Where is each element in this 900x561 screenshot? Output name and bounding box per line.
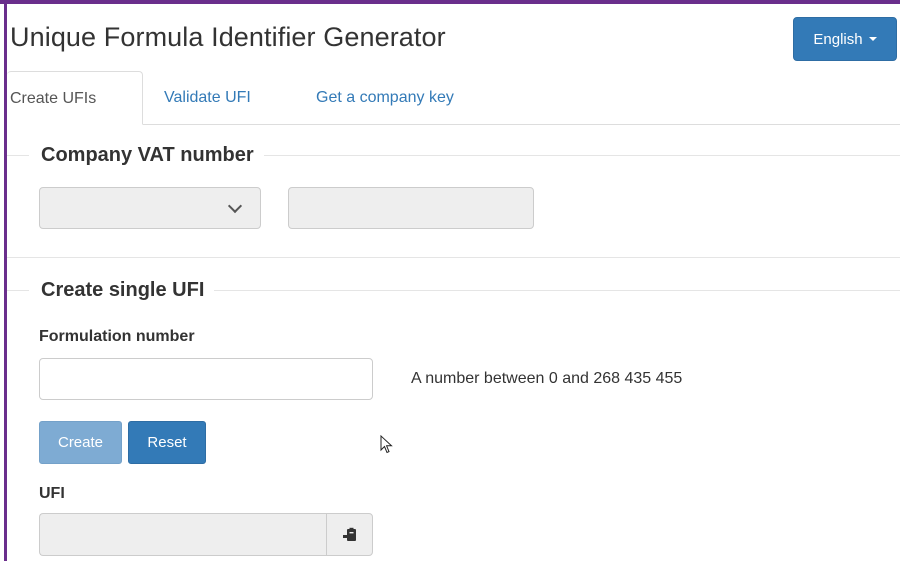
ufi-output-field: [39, 513, 327, 556]
country-select[interactable]: [39, 187, 261, 229]
tab-label: Get a company key: [316, 89, 454, 106]
formulation-number-label: Formulation number: [39, 328, 195, 345]
app-window: Unique Formula Identifier Generator Engl…: [0, 0, 900, 561]
tab-label: Validate UFI: [164, 89, 251, 106]
tab-validate-ufi[interactable]: Validate UFI: [164, 71, 251, 125]
copy-ufi-button[interactable]: [326, 513, 373, 556]
language-dropdown-button[interactable]: English: [793, 17, 897, 61]
page-title: Unique Formula Identifier Generator: [10, 22, 446, 52]
chevron-down-icon: [227, 198, 243, 214]
ufi-label: UFI: [39, 485, 65, 502]
mouse-pointer-icon: [380, 435, 393, 454]
section-divider: [7, 257, 900, 258]
window-border-top: [0, 0, 900, 4]
tab-create-ufis[interactable]: Create UFIs: [7, 71, 143, 125]
tab-get-company-key[interactable]: Get a company key: [316, 71, 454, 125]
vat-number-input[interactable]: [288, 187, 534, 229]
language-label: English: [813, 30, 863, 48]
reset-button[interactable]: Reset: [128, 421, 206, 464]
formulation-help-text: A number between 0 and 268 435 455: [411, 370, 683, 387]
single-ufi-section-legend: Create single UFI: [29, 278, 215, 302]
formulation-number-input[interactable]: [39, 358, 373, 400]
tab-label: Create UFIs: [10, 90, 97, 107]
tab-bar: Create UFIs Validate UFI Get a company k…: [7, 71, 900, 125]
vat-section-legend: Company VAT number: [29, 143, 264, 167]
create-button[interactable]: Create: [39, 421, 122, 464]
caret-down-icon: [868, 37, 877, 41]
paste-clipboard-icon: [342, 527, 356, 541]
